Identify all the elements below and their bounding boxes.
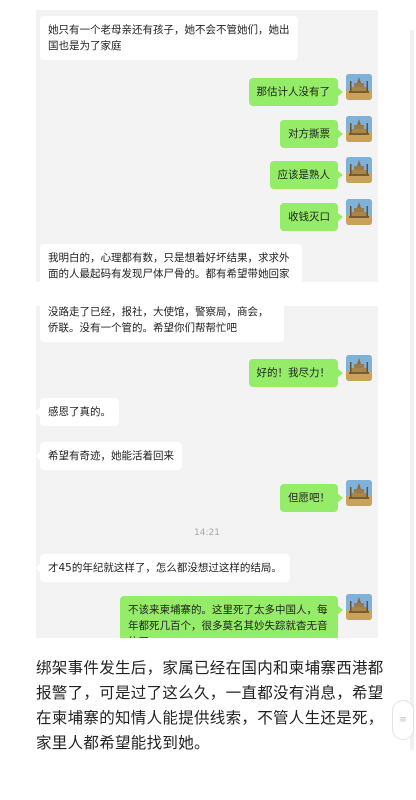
message-outgoing: 对方撕票 [280,120,343,148]
temple-avatar-icon[interactable] [346,199,372,225]
message-incoming: 我明白的，心理都有数，只是想着好坏结果，求求外面的人最起码有发现尸体尸骨的。都有… [40,244,302,282]
message-outgoing: 不该来柬埔寨的。这里死了太多中国人，每年都死几百个，很多莫名其妙失踪就杳无音信了 [120,596,343,638]
temple-avatar-icon[interactable] [346,157,372,183]
temple-avatar-icon[interactable] [346,116,372,142]
temple-avatar-icon[interactable] [346,480,372,506]
message-outgoing: 收钱灭口 [280,203,343,231]
chat-screenshot-1: 她只有一个老母亲还有孩子，她不会不管她们，她出国也是为了家庭 那估计人没有了 对… [36,10,378,282]
article-caption: 绑架事件发生后，家属已经在国内和柬埔寨西港都报警了，可是过了这么久，一直都没有消… [36,659,384,752]
message-incoming: 才45的年纪就这样了，怎么都没想过这样的结局。 [36,554,290,582]
message-incoming: 她只有一个老母亲还有孩子，她不会不管她们，她出国也是为了家庭 [40,16,298,60]
chat-screenshot-2: 没路走了已经，报社，大使馆，警察局，商会，侨联。没有一个管的。希望你们帮帮忙吧 … [36,306,378,638]
message-outgoing: 应该是熟人 [269,161,343,189]
temple-avatar-icon[interactable] [346,355,372,381]
scroll-handle-icon[interactable]: ≡ [392,700,414,740]
message-incoming: 感恩了真的。 [36,398,119,426]
message-outgoing: 好的！我尽力！ [248,359,343,387]
page-scrollbar[interactable] [410,30,414,750]
message-incoming: 没路走了已经，报社，大使馆，警察局，商会，侨联。没有一个管的。希望你们帮帮忙吧 [40,306,284,342]
message-incoming: 希望有奇迹，她能活着回来 [36,442,182,470]
message-outgoing: 但愿吧！ [280,484,343,512]
message-timestamp: 14:21 [194,528,220,538]
temple-avatar-icon[interactable] [346,594,372,620]
temple-avatar-icon[interactable] [346,74,372,100]
message-outgoing: 那估计人没有了 [248,78,343,106]
